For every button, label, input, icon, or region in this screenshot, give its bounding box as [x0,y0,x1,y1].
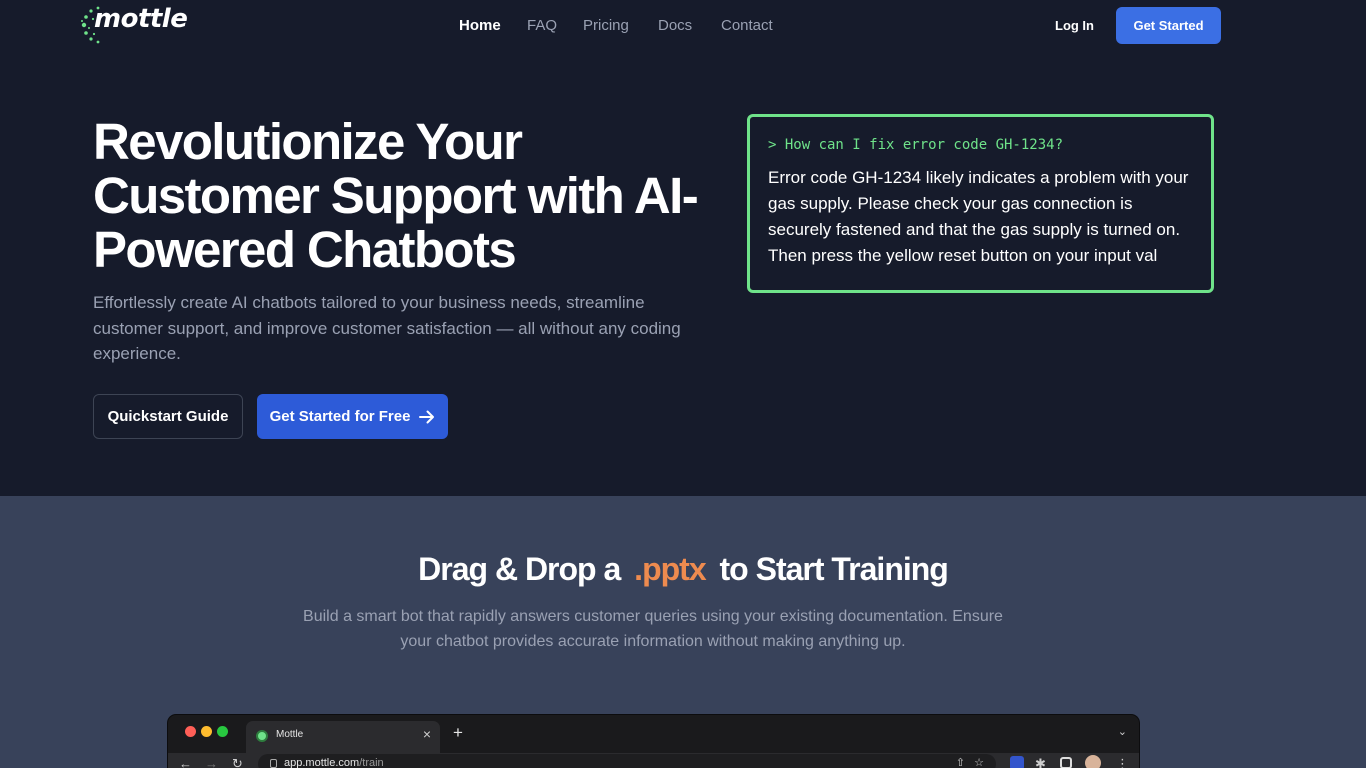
minimize-window-icon [201,726,212,737]
nav-contact[interactable]: Contact [721,17,773,34]
share-bookmark-icons[interactable]: ⇧ ☆ [956,756,984,768]
nav-faq[interactable]: FAQ [527,17,557,34]
forward-icon[interactable]: → [205,756,218,768]
lock-icon [270,759,277,768]
arrow-right-icon [419,410,435,423]
browser-toolbar: ← → ↻ app.mottle.com/train ⇧ ☆ ✱ ⋮ [168,753,1139,768]
nav-home[interactable]: Home [459,17,501,34]
back-icon[interactable]: ← [179,756,192,768]
address-bar[interactable]: app.mottle.com/train ⇧ ☆ [258,754,996,768]
training-title-accent: .pptx [634,551,706,587]
terminal-answer: Error code GH-1234 likely indicates a pr… [768,168,1189,265]
reload-icon[interactable]: ↻ [232,756,243,768]
terminal-prompt: > How can I fix error code GH-1234? [768,137,1064,153]
extension-shield-icon[interactable] [1010,756,1024,768]
url-path: /train [359,757,384,768]
training-title-start: Drag & Drop a [418,551,621,587]
get-started-button[interactable]: Get Started [1116,7,1221,44]
hero-subtitle: Effortlessly create AI chatbots tailored… [93,293,681,363]
mottle-favicon-icon [256,730,268,742]
puzzle-icon[interactable]: ✱ [1035,756,1046,768]
training-title: Drag & Drop a .pptx to Start Training [0,551,1366,588]
nav-pricing[interactable]: Pricing [583,17,629,34]
close-tab-icon[interactable]: × [423,726,431,742]
sidebar-icon[interactable] [1060,757,1072,768]
url-text: app.mottle.com/train [284,757,384,768]
training-title-end: to Start Training [719,551,949,587]
get-started-free-label: Get Started for Free [269,408,411,425]
site-header: mottle Home FAQ Pricing Docs Contact Log… [0,0,1366,52]
training-section: Drag & Drop a .pptx to Start Training Bu… [0,496,1366,768]
maximize-window-icon [217,726,228,737]
url-host: app.mottle.com [284,757,360,768]
menu-icon[interactable]: ⋮ [1116,756,1129,768]
chevron-down-icon[interactable]: ⌄ [1118,725,1127,738]
chat-demo-terminal: > How can I fix error code GH-1234? Erro… [747,114,1214,293]
quickstart-guide-label: Quickstart Guide [107,408,229,425]
get-started-free-button[interactable]: Get Started for Free [257,394,448,439]
tab-title: Mottle [276,729,304,740]
hero-title: Revolutionize Your Customer Support with… [93,113,699,278]
profile-avatar[interactable] [1085,755,1101,768]
training-subtitle: Build a smart bot that rapidly answers c… [303,608,1003,650]
close-window-icon [185,726,196,737]
browser-mockup: Mottle × + ⌄ ← → ↻ app.mottle.com/train … [168,715,1139,768]
browser-tab[interactable]: Mottle × [246,721,440,753]
quickstart-guide-button[interactable]: Quickstart Guide [93,394,243,439]
new-tab-icon[interactable]: + [453,723,463,743]
login-link[interactable]: Log In [1055,18,1094,33]
nav-docs[interactable]: Docs [658,17,692,34]
